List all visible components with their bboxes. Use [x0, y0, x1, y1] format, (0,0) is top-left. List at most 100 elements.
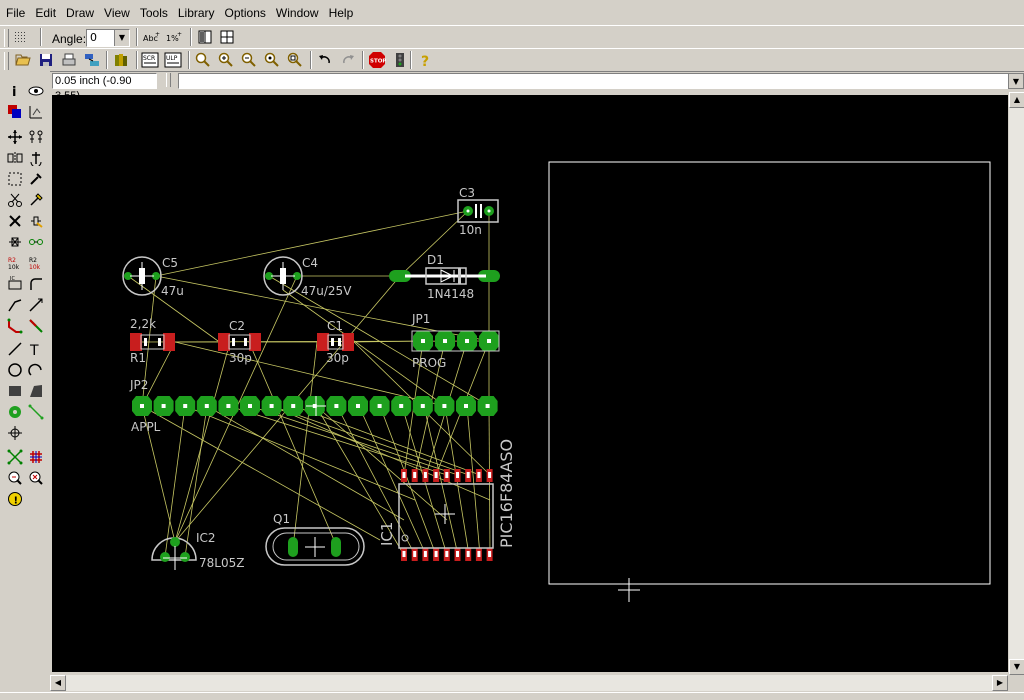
component-ic1[interactable]: IC1 PIC16F84ASO [378, 439, 516, 561]
lock-icon[interactable] [27, 233, 45, 251]
toolbar-grip[interactable] [4, 29, 9, 47]
ratsnest-icon[interactable] [6, 448, 24, 466]
horizontal-scrollbar[interactable]: ◀ ▶ [50, 675, 1008, 691]
toolbar-grip[interactable] [163, 73, 173, 89]
open-icon[interactable] [14, 51, 32, 69]
copy-icon[interactable] [27, 128, 45, 146]
component-d1[interactable]: D1 1N4148 [389, 253, 500, 301]
drc-icon[interactable] [6, 469, 24, 487]
spin-icon[interactable] [218, 28, 236, 46]
arc-icon[interactable] [27, 361, 45, 379]
scroll-right-icon[interactable]: ▶ [992, 675, 1008, 691]
library-icon[interactable] [112, 51, 130, 69]
show-icon[interactable] [27, 82, 45, 100]
menu-window[interactable]: Window [272, 6, 323, 20]
via-icon[interactable] [6, 403, 24, 421]
menu-file[interactable]: File [2, 6, 29, 20]
menu-tools[interactable]: Tools [136, 6, 172, 20]
polygon-icon[interactable] [27, 382, 45, 400]
change-icon[interactable] [27, 170, 45, 188]
component-jp2[interactable]: JP2 APPL [129, 378, 498, 434]
stop-icon[interactable]: STOP [368, 51, 386, 69]
mirror-tool-icon[interactable] [6, 149, 24, 167]
auto-icon[interactable] [27, 448, 45, 466]
text-icon[interactable]: T [27, 340, 45, 358]
text-size-icon[interactable]: Abc + [143, 28, 161, 46]
zoom-out-icon[interactable] [240, 51, 258, 69]
menu-draw[interactable]: Draw [62, 6, 98, 20]
menu-help[interactable]: Help [325, 6, 358, 20]
go-icon[interactable] [391, 51, 409, 69]
component-jp1[interactable]: JP1 PROG [411, 312, 500, 370]
rotate-icon[interactable] [27, 149, 45, 167]
angle-select[interactable]: 0 ▼ [86, 29, 130, 47]
delete-icon[interactable] [6, 212, 24, 230]
paste-icon[interactable] [27, 191, 45, 209]
cam-icon[interactable] [83, 51, 101, 69]
scroll-left-icon[interactable]: ◀ [50, 675, 66, 691]
zoom-redraw-icon[interactable] [263, 51, 281, 69]
menu-view[interactable]: View [100, 6, 134, 20]
grid-icon[interactable] [12, 28, 30, 46]
c5-name: C5 [162, 256, 178, 270]
mirror-icon[interactable] [196, 28, 214, 46]
replace-icon[interactable] [6, 233, 24, 251]
zoom-fit-icon[interactable] [194, 51, 212, 69]
miter-icon[interactable] [27, 275, 45, 293]
smash-icon[interactable]: IC [6, 275, 24, 293]
menu-edit[interactable]: Edit [31, 6, 60, 20]
board-canvas[interactable]: C3 10n C5 47u C4 47u/25V D1 1N4148 2,2k … [52, 95, 1008, 672]
command-line-input[interactable] [178, 73, 1010, 89]
chevron-down-icon[interactable]: ▼ [114, 30, 129, 46]
component-c3[interactable]: C3 10n [457, 186, 499, 237]
ulp-icon[interactable]: ULP [164, 51, 182, 69]
info-icon[interactable]: i [6, 82, 24, 100]
display-layers-icon[interactable] [6, 103, 24, 121]
text-ratio-icon[interactable]: 1% + [166, 28, 184, 46]
value-icon[interactable]: R2 10k [27, 254, 45, 272]
ripup-icon[interactable] [27, 317, 45, 335]
toolbar-grip[interactable] [4, 52, 9, 70]
menu-library[interactable]: Library [174, 6, 219, 20]
component-c4[interactable]: C4 47u/25V [263, 256, 352, 298]
save-icon[interactable] [37, 51, 55, 69]
undo-icon[interactable] [316, 51, 334, 69]
vertical-scrollbar[interactable]: ▲ ▼ [1008, 92, 1024, 675]
cut-icon[interactable] [6, 191, 24, 209]
component-q1[interactable]: Q1 [265, 512, 365, 566]
wire-icon[interactable] [6, 340, 24, 358]
circle-icon[interactable] [6, 361, 24, 379]
mark-icon[interactable] [27, 103, 45, 121]
chevron-down-icon[interactable]: ▼ [1008, 73, 1024, 89]
zoom-select-icon[interactable] [286, 51, 304, 69]
rect-icon[interactable] [6, 382, 24, 400]
split-icon[interactable] [6, 296, 24, 314]
add-icon[interactable] [27, 212, 45, 230]
script-icon[interactable]: SCR [141, 51, 159, 69]
board-drawing[interactable]: C3 10n C5 47u C4 47u/25V D1 1N4148 2,2k … [52, 95, 1008, 672]
jp2-pad [477, 396, 498, 416]
errors-icon[interactable] [27, 469, 45, 487]
move-icon[interactable] [6, 128, 24, 146]
component-c1[interactable]: C1 30p [317, 319, 354, 365]
scroll-up-icon[interactable]: ▲ [1009, 92, 1024, 108]
jp2-pad [240, 396, 260, 416]
hole-icon[interactable] [6, 424, 24, 442]
print-icon[interactable] [60, 51, 78, 69]
jp1-name: JP1 [411, 312, 430, 326]
group-icon[interactable] [6, 170, 24, 188]
component-r1[interactable]: 2,2k R1 [130, 317, 175, 365]
c5-value: 47u [161, 284, 184, 298]
component-c5[interactable]: C5 47u [122, 256, 184, 298]
name-icon[interactable]: R2 10k [6, 254, 24, 272]
help-icon[interactable]: ? [416, 51, 434, 69]
redo-icon[interactable] [339, 51, 357, 69]
scroll-down-icon[interactable]: ▼ [1009, 659, 1024, 675]
signal-icon[interactable] [27, 403, 45, 421]
errc-icon[interactable]: ! [6, 490, 24, 508]
menu-options[interactable]: Options [221, 6, 270, 20]
route-icon[interactable] [6, 317, 24, 335]
optimize-icon[interactable] [27, 296, 45, 314]
zoom-in-icon[interactable] [217, 51, 235, 69]
jp2-pad [391, 396, 412, 416]
